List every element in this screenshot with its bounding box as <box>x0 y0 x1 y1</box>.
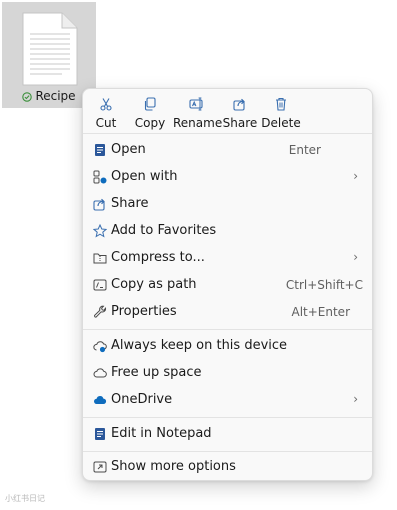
cloud-pin-icon <box>93 341 107 353</box>
share-icon <box>233 98 245 111</box>
menu-item-compress-to[interactable]: Compress to... › <box>87 245 368 272</box>
menu-item-properties[interactable]: Properties Alt+Enter <box>87 299 368 326</box>
copy-icon <box>144 97 156 111</box>
quick-actions-bar: Cut Copy Rename Share Delete <box>89 93 309 133</box>
menu-item-open[interactable]: Open Enter <box>87 137 368 164</box>
menu-item-label: Open <box>111 142 146 157</box>
shortcut-text: Alt+Enter <box>291 305 350 319</box>
submenu-chevron-icon: › <box>353 250 358 264</box>
menu-item-label: Edit in Notepad <box>111 426 212 441</box>
wrench-icon <box>94 305 107 318</box>
notepad-icon <box>95 428 105 440</box>
onedrive-icon <box>94 396 107 404</box>
zip-folder-icon <box>93 253 107 264</box>
menu-item-show-more-options[interactable]: Show more options <box>87 454 368 481</box>
menu-item-label: Show more options <box>111 459 236 474</box>
rename-button[interactable]: Rename <box>173 93 223 133</box>
menu-divider <box>83 329 372 330</box>
menu-item-label: Always keep on this device <box>111 338 288 353</box>
menu-item-label: Share <box>111 196 149 211</box>
rename-label: Rename <box>173 116 223 130</box>
menu-divider <box>83 133 372 134</box>
sync-check-icon <box>22 92 33 102</box>
menu-item-label: Properties <box>111 304 177 319</box>
copy-label: Copy <box>134 116 166 130</box>
share-button[interactable]: Share <box>222 93 258 133</box>
submenu-chevron-icon: › <box>353 169 358 183</box>
copy-button[interactable]: Copy <box>130 93 170 133</box>
menu-item-open-with[interactable]: Open with › <box>87 164 368 191</box>
star-icon <box>93 224 107 238</box>
notepad-icon <box>95 144 105 156</box>
menu-divider <box>83 417 372 418</box>
scissors-icon <box>100 98 112 111</box>
menu-item-add-to-favorites[interactable]: Add to Favorites <box>87 218 368 245</box>
menu-item-label: Free up space <box>111 365 202 380</box>
menu-item-edit-in-notepad[interactable]: Edit in Notepad <box>87 421 368 448</box>
file-name: Recipe <box>35 89 76 103</box>
watermark: 小红书日记 <box>5 494 45 503</box>
menu-item-always-keep-on-device[interactable]: Always keep on this device <box>87 333 368 360</box>
share-label: Share <box>222 116 258 130</box>
path-icon <box>93 279 107 291</box>
menu-item-share[interactable]: Share <box>87 191 368 218</box>
cut-label: Cut <box>95 116 117 130</box>
rename-icon <box>189 97 203 111</box>
menu-item-label: Add to Favorites <box>111 223 217 238</box>
submenu-chevron-icon: › <box>353 392 358 406</box>
menu-divider <box>83 451 372 452</box>
menu-item-label: OneDrive <box>111 392 173 407</box>
shortcut-text: Enter <box>288 143 321 157</box>
menu-item-label: Open with <box>111 169 178 184</box>
menu-item-copy-as-path[interactable]: Copy as path Ctrl+Shift+C <box>87 272 368 299</box>
cut-button[interactable]: Cut <box>89 93 123 133</box>
text-document-icon <box>22 12 78 86</box>
menu-item-label: Copy as path <box>111 277 197 292</box>
delete-label: Delete <box>261 116 301 130</box>
open-with-icon <box>93 170 107 184</box>
more-options-icon <box>93 461 107 473</box>
trash-icon <box>276 97 286 111</box>
shortcut-text: Ctrl+Shift+C <box>285 278 363 292</box>
delete-button[interactable]: Delete <box>261 93 301 133</box>
share-icon <box>93 198 105 211</box>
menu-item-label: Compress to... <box>111 250 205 265</box>
cloud-outline-icon <box>93 368 107 378</box>
menu-item-free-up-space[interactable]: Free up space <box>87 360 368 387</box>
menu-item-onedrive[interactable]: OneDrive › <box>87 387 368 414</box>
context-menu: Cut Copy Rename Share Delete Open Enter … <box>82 88 373 481</box>
